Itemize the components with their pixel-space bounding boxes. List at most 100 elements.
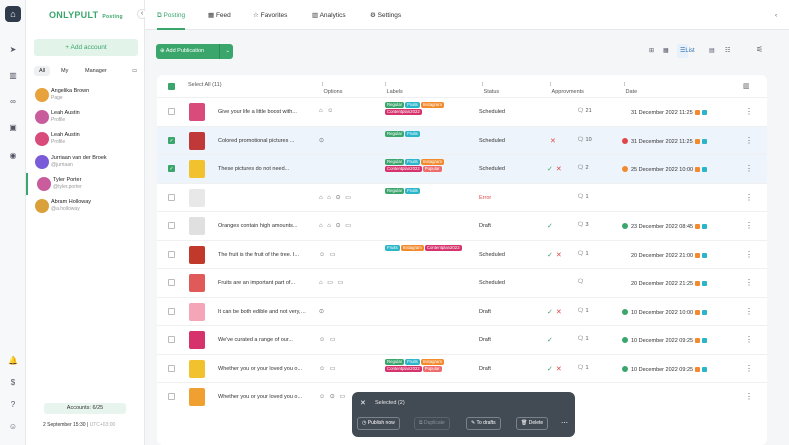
compact-view-icon[interactable]: ☷ bbox=[725, 44, 730, 58]
select-all-checkbox[interactable] bbox=[168, 83, 175, 90]
account-name: Leah Austin bbox=[51, 132, 80, 139]
row-checkbox[interactable] bbox=[168, 364, 175, 372]
table-row[interactable]: The fruit is the fruit of the tree. I...… bbox=[157, 239, 767, 269]
post-labels: Regular Fruits InstagramContentplan2022 Pop… bbox=[385, 159, 465, 181]
filter-manager[interactable]: Manager bbox=[85, 66, 107, 76]
more-icon[interactable]: ⋯ bbox=[561, 419, 568, 427]
broadcast-icon[interactable]: ◉ bbox=[7, 150, 19, 162]
expand-right-icon[interactable]: ‹ bbox=[775, 0, 777, 30]
profile-icon[interactable]: ☺ bbox=[7, 421, 19, 433]
approved-icon: ✓ bbox=[547, 308, 553, 316]
comments-count[interactable]: 🗨 1 bbox=[577, 365, 589, 371]
list-view-button[interactable]: ☰ List bbox=[677, 44, 695, 58]
comments-count[interactable]: 🗨 1 bbox=[577, 194, 589, 200]
delete-button[interactable]: 🗑 Delete bbox=[516, 417, 549, 430]
add-account-button[interactable]: + Add account bbox=[34, 39, 138, 56]
row-more-icon[interactable]: ⋮ bbox=[745, 107, 753, 116]
help-icon[interactable]: ? bbox=[7, 399, 19, 411]
table-row[interactable]: We've curated a range of our... ☺ ▭ Draf… bbox=[157, 325, 767, 354]
row-more-icon[interactable]: ⋮ bbox=[745, 335, 753, 344]
row-checkbox[interactable] bbox=[168, 108, 175, 115]
account-item[interactable]: Leah Austin Profile bbox=[26, 106, 145, 128]
post-labels bbox=[385, 273, 465, 295]
link-icon[interactable]: ∞ bbox=[7, 96, 19, 108]
filter-all[interactable]: All bbox=[34, 66, 50, 76]
comments-count[interactable]: 🗨 3 bbox=[577, 222, 589, 228]
comments-count[interactable]: 🗨 10 bbox=[577, 137, 592, 143]
table-row[interactable]: Fruits are an important part of... ⌂ ▭ ▭… bbox=[157, 268, 767, 297]
dollar-icon[interactable]: $ bbox=[7, 377, 19, 389]
tab-settings[interactable]: ⚙ Settings bbox=[370, 0, 401, 30]
calendar-view-icon[interactable]: ▦ bbox=[663, 44, 669, 58]
account-item[interactable]: Leah Austin Profile bbox=[26, 128, 145, 150]
row-checkbox[interactable] bbox=[168, 222, 175, 229]
approval-actions[interactable]: ✓ ✕ bbox=[547, 251, 562, 259]
duplicate-button[interactable]: ⧉ Duplicate bbox=[414, 417, 450, 430]
tab-posting[interactable]: ⧉ Posting bbox=[157, 0, 186, 30]
row-checkbox[interactable] bbox=[168, 250, 175, 258]
network-icon bbox=[702, 252, 708, 258]
account-item[interactable]: Jurriaan van der Broek @jurriaan bbox=[26, 151, 145, 173]
table-row[interactable]: Oranges contain high amounts... ⌂ ⌂ ⊙ ▭ … bbox=[157, 211, 767, 240]
row-checkbox[interactable] bbox=[168, 193, 175, 201]
table-row[interactable]: ✓ Colored promotional pictures ... ⊙ Reg… bbox=[157, 125, 767, 154]
comments-count[interactable]: 🗨 bbox=[577, 279, 584, 285]
table-row[interactable]: It can be both edible and not very, for.… bbox=[157, 296, 767, 326]
account-item[interactable]: Angelika Brown Page bbox=[26, 84, 145, 106]
columns-settings-icon[interactable]: ▥ bbox=[743, 82, 750, 90]
row-more-icon[interactable]: ⋮ bbox=[745, 392, 753, 401]
to-drafts-button[interactable]: ✎ To drafts bbox=[466, 417, 501, 430]
tab-analytics[interactable]: ▥ Analytics bbox=[312, 0, 346, 30]
post-options-icon: ⊙ bbox=[319, 137, 326, 144]
row-checkbox[interactable]: ✓ bbox=[168, 165, 175, 172]
row-more-icon[interactable]: ⋮ bbox=[745, 307, 753, 316]
row-more-icon[interactable]: ⋮ bbox=[745, 278, 753, 287]
bell-icon[interactable]: 🔔 bbox=[7, 355, 19, 367]
tab-feed[interactable]: ▦ Feed bbox=[208, 0, 231, 30]
app-logo-icon[interactable]: ⌂ bbox=[5, 6, 21, 22]
folder-icon[interactable]: ▭ bbox=[132, 66, 137, 76]
publish-now-button[interactable]: ◷ Publish now bbox=[357, 417, 400, 430]
comments-count[interactable]: 🗨 21 bbox=[577, 108, 592, 114]
row-checkbox[interactable]: ✓ bbox=[168, 136, 175, 144]
chevron-down-icon[interactable]: ⌄ bbox=[225, 44, 230, 59]
approval-actions[interactable]: ✕ bbox=[547, 137, 556, 145]
tile-view-icon[interactable]: ▤ bbox=[709, 44, 715, 58]
row-checkbox[interactable] bbox=[168, 307, 175, 315]
close-icon[interactable]: ✕ bbox=[360, 399, 366, 407]
inbox-icon[interactable]: ▣ bbox=[7, 122, 19, 134]
approval-actions[interactable]: ✓ ✕ bbox=[547, 165, 562, 173]
comments-count[interactable]: 🗨 1 bbox=[577, 308, 589, 314]
table-row[interactable]: Whether you or your loved you o... ☺ ▭ R… bbox=[157, 353, 767, 383]
tab-favorites[interactable]: ☆ Favorites bbox=[253, 0, 287, 30]
row-more-icon[interactable]: ⋮ bbox=[745, 221, 753, 230]
row-checkbox[interactable] bbox=[168, 336, 175, 343]
account-item[interactable]: Abram Holloway @a.holloway bbox=[26, 195, 145, 217]
row-checkbox[interactable] bbox=[168, 279, 175, 286]
account-handle: Page bbox=[51, 95, 63, 101]
comments-count[interactable]: 🗨 1 bbox=[577, 251, 589, 257]
approval-actions[interactable]: ✓ ✕ bbox=[547, 365, 562, 373]
filter-my[interactable]: My bbox=[61, 66, 68, 76]
row-checkbox[interactable] bbox=[168, 393, 175, 400]
row-more-icon[interactable]: ⋮ bbox=[745, 164, 753, 173]
table-row[interactable]: ⌂ ⌂ ⊙ ▭ Regular Fruits Error 🗨 1 ⋮ bbox=[157, 182, 767, 212]
post-status: Draft bbox=[479, 308, 491, 315]
approval-actions[interactable]: ✓ bbox=[547, 336, 553, 344]
approval-actions[interactable]: ✓ ✕ bbox=[547, 308, 562, 316]
row-more-icon[interactable]: ⋮ bbox=[745, 250, 753, 259]
row-more-icon[interactable]: ⋮ bbox=[745, 193, 753, 202]
account-item[interactable]: Tyler Porter @tyler.porter bbox=[26, 172, 145, 195]
table-row[interactable]: Give your life a little boost with... ⌂ … bbox=[157, 97, 767, 126]
filter-settings-icon[interactable]: ⚟ bbox=[756, 45, 763, 54]
comments-count[interactable]: 🗨 1 bbox=[577, 336, 589, 342]
send-icon[interactable]: ➤ bbox=[7, 44, 19, 56]
add-publication-button[interactable]: ⊕ Add Publication ⌄ bbox=[156, 44, 233, 59]
comments-count[interactable]: 🗨 2 bbox=[577, 165, 589, 171]
row-more-icon[interactable]: ⋮ bbox=[745, 364, 753, 373]
grid-view-icon[interactable]: ⊞ bbox=[649, 44, 654, 58]
table-row[interactable]: ✓ These pictures do not need... Regular F… bbox=[157, 154, 767, 183]
approval-actions[interactable]: ✓ bbox=[547, 222, 553, 230]
row-more-icon[interactable]: ⋮ bbox=[745, 136, 753, 145]
stats-icon[interactable]: ▥ bbox=[7, 70, 19, 82]
